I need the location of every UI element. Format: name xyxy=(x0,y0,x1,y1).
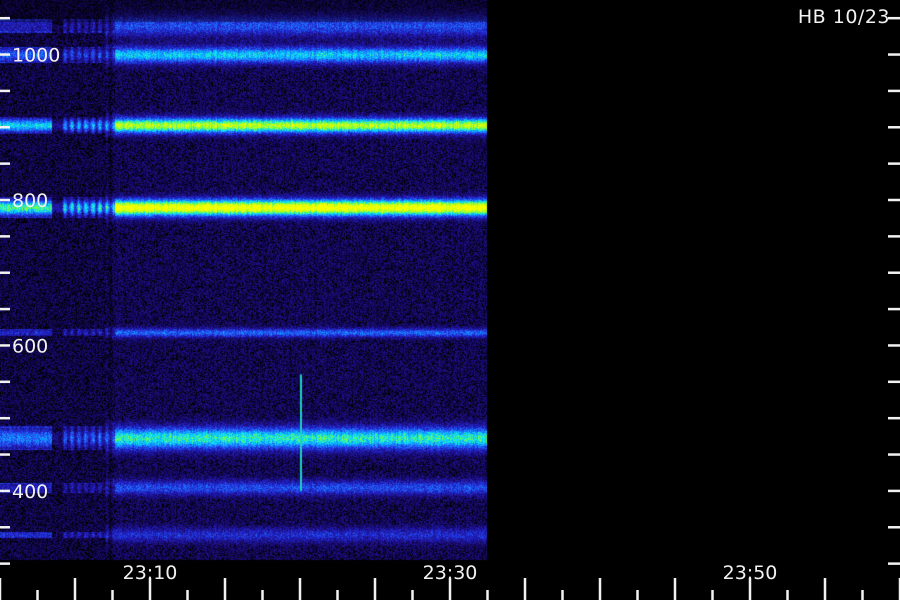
x-tick-label: 23:10 xyxy=(123,562,178,584)
chart-title: HB 10/23 xyxy=(797,6,890,28)
x-tick-label: 23:50 xyxy=(723,562,778,584)
x-tick-label: 23:30 xyxy=(423,562,478,584)
y-axis: 1000 800 600 400 xyxy=(0,16,900,565)
y-tick-label: 800 xyxy=(12,190,48,212)
y-tick-label: 600 xyxy=(12,335,48,357)
y-tick-label: 1000 xyxy=(12,45,60,67)
x-axis: 23:10 23:30 23:50 xyxy=(0,562,900,600)
chart-axes: 1000 800 600 400 23:10 23:30 23:50 xyxy=(0,16,900,600)
y-tick-label: 400 xyxy=(12,481,48,503)
